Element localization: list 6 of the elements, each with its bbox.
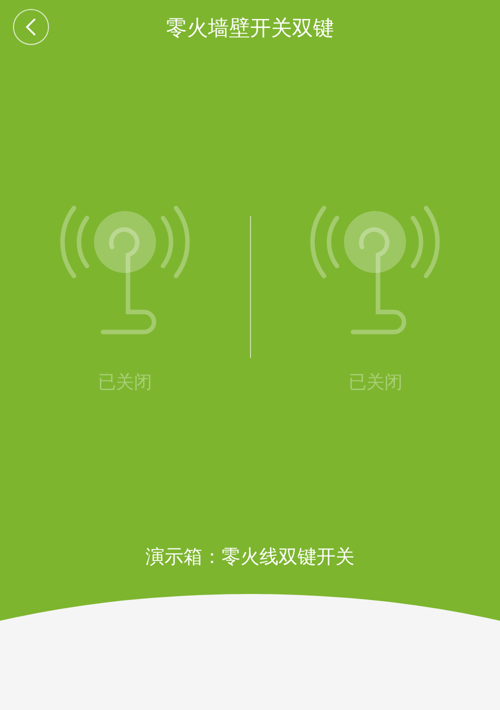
switch-status: 已关闭 [348,371,402,394]
page-title: 零火墙壁开关双键 [166,15,334,42]
switch-status: 已关闭 [98,371,152,394]
device-caption: 演示箱：零火线双键开关 [146,545,354,570]
back-icon [25,17,37,37]
back-button[interactable] [13,9,49,45]
